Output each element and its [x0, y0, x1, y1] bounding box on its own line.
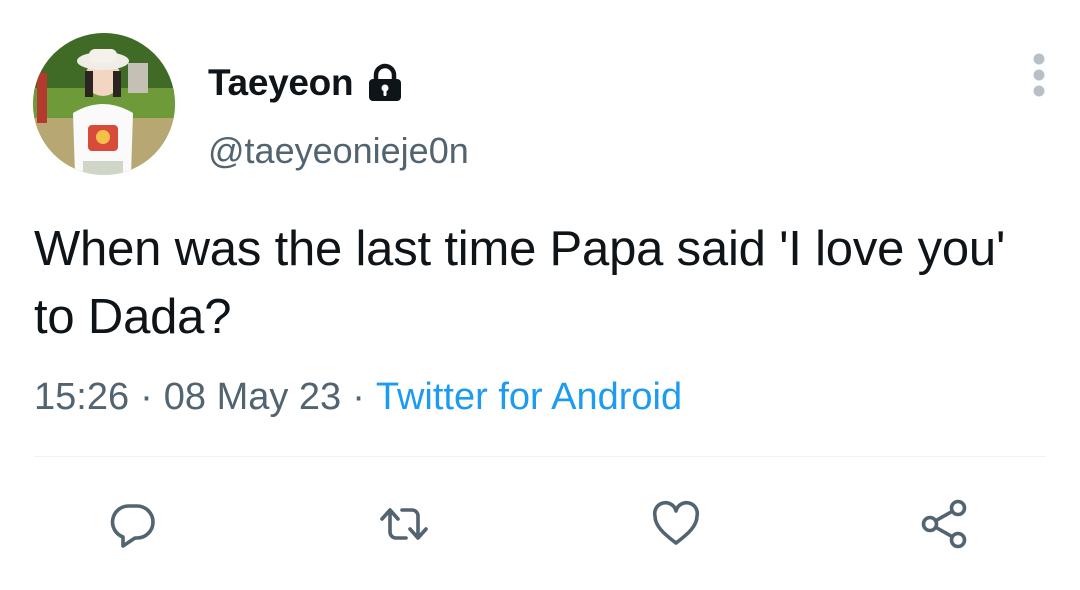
share-button[interactable] [912, 492, 976, 556]
display-name[interactable]: Taeyeon [208, 62, 354, 104]
tweet-detail: Taeyeon @taeyeonieje0n When was the last… [0, 0, 1080, 590]
separator: · [140, 376, 153, 418]
like-button[interactable] [644, 492, 708, 556]
lock-icon [365, 63, 405, 103]
tweet-date[interactable]: 08 May 23 [164, 376, 341, 419]
retweet-icon [380, 508, 428, 540]
tweet-metadata: 15:26 · 08 May 23 · Twitter for Android [34, 376, 682, 419]
avatar[interactable] [33, 33, 175, 175]
tweet-time[interactable]: 15:26 [34, 376, 129, 419]
more-vertical-icon[interactable] [1022, 50, 1056, 100]
reply-button[interactable] [100, 492, 164, 556]
share-icon [921, 499, 967, 549]
profile-photo-icon [33, 33, 175, 175]
user-handle[interactable]: @taeyeonieje0n [208, 130, 469, 172]
tweet-text: When was the last time Papa said 'I love… [34, 222, 1006, 344]
divider [34, 456, 1046, 457]
action-bar [0, 492, 1080, 556]
heart-icon [652, 500, 700, 545]
separator: · [352, 376, 365, 418]
reply-icon [110, 504, 155, 548]
author-name-row: Taeyeon [208, 58, 405, 108]
retweet-button[interactable] [372, 492, 436, 556]
tweet-source-link[interactable]: Twitter for Android [376, 376, 682, 419]
